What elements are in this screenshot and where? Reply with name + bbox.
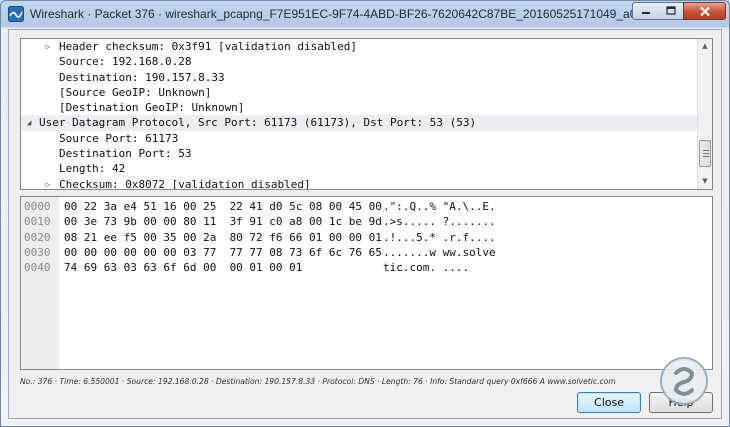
tree-item-label: User Datagram Protocol, Src Port: 61173 …	[39, 116, 477, 130]
tree-item-label: Destination Port: 53	[59, 147, 192, 161]
close-button[interactable]: Close	[577, 392, 641, 413]
tree-item-label: Source: 192.168.0.28	[59, 55, 192, 69]
byte-offset: 0040	[24, 261, 51, 275]
hex-bytes[interactable]: 08 21 ee f5 00 35 00 2a 80 72 f6 66 01 0…	[64, 230, 382, 245]
packet-dialog-window: Wireshark · Packet 376 · wireshark_pcapn…	[0, 0, 730, 427]
tree-rows: ▷ Header checksum: 0x3f91 [validation dis…	[21, 39, 697, 190]
ascii-bytes[interactable]: .......w ww.solve	[383, 245, 496, 260]
tree-item[interactable]: ◢ User Datagram Protocol, Src Port: 61173…	[21, 115, 697, 131]
scroll-up-arrow-icon[interactable]: ▲	[698, 39, 712, 54]
solvetic-logo-icon	[660, 357, 708, 405]
close-window-button[interactable]	[683, 2, 726, 20]
tree-item[interactable]: Length: 42	[21, 161, 697, 176]
tree-item[interactable]: Destination Port: 53	[21, 146, 697, 161]
ascii-bytes[interactable]: .>s..... ?.......	[383, 214, 496, 229]
collapsed-arrow-icon[interactable]: ▷	[43, 177, 53, 189]
byte-row: 0010 00 3e 73 9b 00 00 80 11 3f 91 c0 a8 …	[21, 214, 711, 229]
expanded-arrow-icon[interactable]: ◢	[24, 115, 34, 130]
hex-bytes[interactable]: 00 22 3a e4 51 16 00 25 22 41 d0 5c 08 0…	[64, 199, 382, 214]
tree-item[interactable]: [Destination GeoIP: Unknown]	[21, 100, 697, 115]
ascii-bytes[interactable]: .":.Q..% "A.\..E.	[383, 199, 496, 214]
tree-item[interactable]: ▷ Checksum: 0x8072 [validation disabled]	[21, 177, 697, 190]
close-icon	[699, 6, 710, 16]
maximize-icon	[665, 6, 676, 15]
wireshark-app-icon	[8, 6, 24, 22]
tree-item[interactable]: Source: 192.168.0.28	[21, 54, 697, 69]
collapsed-arrow-icon[interactable]: ▷	[43, 39, 53, 54]
tree-item-label: [Destination GeoIP: Unknown]	[59, 101, 245, 115]
byte-row: 0030 00 00 00 00 00 00 03 77 77 77 08 73 …	[21, 245, 711, 260]
hex-bytes[interactable]: 00 00 00 00 00 00 03 77 77 77 08 73 6f 6…	[64, 245, 382, 260]
packet-summary-line: No.: 376 · Time: 6.550001 · Source: 192.…	[20, 377, 616, 386]
hex-bytes[interactable]: 00 3e 73 9b 00 00 80 11 3f 91 c0 a8 00 1…	[64, 214, 382, 229]
scrollbar-thumb[interactable]	[699, 140, 711, 167]
byte-row: 0020 08 21 ee f5 00 35 00 2a 80 72 f6 66 …	[21, 230, 711, 245]
tree-item-label: Destination: 190.157.8.33	[59, 70, 225, 84]
tree-vertical-scrollbar[interactable]: ▲ ▼	[697, 39, 712, 189]
byte-offset: 0030	[24, 245, 51, 259]
byte-offset: 0000	[24, 200, 51, 213]
minimize-icon	[641, 12, 650, 14]
tree-item[interactable]: [Source GeoIP: Unknown]	[21, 85, 697, 100]
window-title: Wireshark · Packet 376 · wireshark_pcapn…	[30, 7, 664, 21]
byte-row: 0040 74 69 63 03 63 6f 6d 00 00 01 00 01 t…	[21, 260, 711, 275]
byte-offset: 0010	[24, 215, 51, 229]
tree-item-label: Header checksum: 0x3f91 [validation disa…	[59, 40, 358, 53]
ascii-bytes[interactable]: tic.com. ....	[383, 260, 469, 275]
dialog-client-area: ▷ Header checksum: 0x3f91 [validation dis…	[8, 29, 722, 419]
byte-offset: 0020	[24, 230, 51, 244]
tree-item[interactable]: Destination: 190.157.8.33	[21, 70, 697, 85]
maximize-button[interactable]	[658, 2, 684, 20]
tree-item-label: [Source GeoIP: Unknown]	[59, 85, 212, 99]
tree-item[interactable]: Source Port: 61173	[21, 131, 697, 146]
tree-item-label: Source Port: 61173	[59, 131, 179, 145]
scroll-down-arrow-icon[interactable]: ▼	[698, 174, 712, 189]
packet-details-tree[interactable]: ▷ Header checksum: 0x3f91 [validation dis…	[20, 38, 713, 190]
ascii-bytes[interactable]: .!...5.* .r.f....	[383, 230, 496, 245]
tree-item-label: Length: 42	[59, 162, 126, 176]
tree-item[interactable]: ▷ Header checksum: 0x3f91 [validation dis…	[21, 39, 697, 54]
byte-row: 0000 00 22 3a e4 51 16 00 25 22 41 d0 5c …	[21, 199, 711, 214]
hex-bytes[interactable]: 74 69 63 03 63 6f 6d 00 00 01 00 01	[64, 260, 302, 275]
minimize-button[interactable]	[632, 2, 659, 20]
tree-item-label: Checksum: 0x8072 [validation disabled]	[59, 177, 311, 190]
title-bar[interactable]: Wireshark · Packet 376 · wireshark_pcapn…	[1, 1, 729, 27]
packet-bytes-pane[interactable]: 0000 00 22 3a e4 51 16 00 25 22 41 d0 5c …	[20, 196, 713, 370]
